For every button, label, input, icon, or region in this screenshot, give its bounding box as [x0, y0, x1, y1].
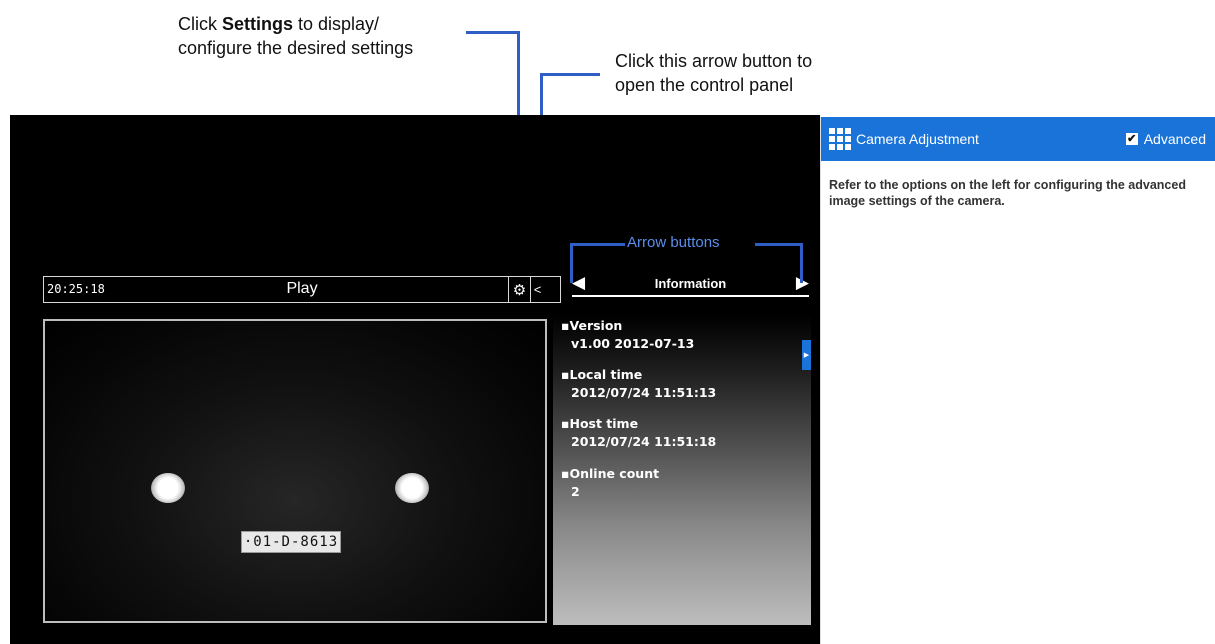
advanced-label: Advanced [1143, 131, 1206, 147]
information-panel: Version v1.00 2012-07-13 Local time 2012… [553, 315, 811, 625]
info-value: 2012/07/24 11:51:18 [571, 434, 717, 449]
arrow-callout-line1: Click this arrow button to [615, 51, 813, 71]
advanced-checkbox[interactable]: ✔ Advanced [1125, 131, 1206, 147]
settings-callout-line2: configure the desired settings [178, 38, 414, 58]
info-value: 2 [571, 484, 580, 499]
info-label: Host time [561, 416, 638, 431]
control-panel-header: Camera Adjustment ✔ Advanced [821, 117, 1215, 161]
info-item-online-count: Online count 2 [561, 465, 659, 501]
control-panel-title: Camera Adjustment [856, 131, 979, 147]
grid-icon [829, 128, 851, 150]
arrow-buttons-bracket-left [570, 243, 573, 283]
arrow-callout-line2: open the control panel [615, 75, 794, 95]
mode-label: Play [286, 280, 318, 297]
right-headlight [395, 473, 429, 503]
info-item-host-time: Host time 2012/07/24 11:51:18 [561, 415, 716, 451]
checkbox-checked-icon: ✔ [1125, 133, 1138, 145]
chevron-right-icon: ▶ [803, 352, 810, 359]
license-plate: ·01-D-8613 [241, 531, 341, 553]
control-panel-description: Refer to the options on the left for con… [829, 178, 1186, 208]
arrow-buttons-label: Arrow buttons [625, 234, 722, 251]
info-label: Version [561, 318, 622, 333]
information-underline [572, 295, 809, 297]
info-value: v1.00 2012-07-13 [571, 336, 695, 351]
settings-callout-line1: Click Settings to display/ [178, 14, 380, 34]
info-value: 2012/07/24 11:51:13 [571, 385, 717, 400]
information-title: Information [654, 276, 727, 291]
info-label: Local time [561, 367, 642, 382]
arrow-callout: Click this arrow button to open the cont… [615, 49, 812, 97]
open-control-panel-button[interactable]: < [530, 277, 544, 302]
settings-button[interactable]: ⚙ [508, 277, 530, 302]
info-label: Online count [561, 466, 659, 481]
info-item-local-time: Local time 2012/07/24 11:51:13 [561, 366, 716, 402]
arrow-buttons-bracket-right [800, 243, 803, 283]
arrow-leader-h [540, 73, 600, 76]
left-headlight [151, 473, 185, 503]
live-view-area: 20:25:18 Play ⚙ < ·01-D-8613 Version v1.… [10, 115, 820, 644]
info-item-version: Version v1.00 2012-07-13 [561, 317, 694, 353]
panel-toggle-tab[interactable]: ▶ [802, 340, 811, 370]
view-toolbar: 20:25:18 Play ⚙ < [43, 276, 561, 303]
chevron-left-icon: < [533, 282, 542, 297]
control-panel: Camera Adjustment ✔ Advanced Refer to th… [820, 117, 1215, 644]
information-header: ◀ Information ▶ [572, 268, 809, 298]
settings-callout: Click Settings to display/ configure the… [178, 12, 413, 60]
arrow-buttons-bracket-right-h [755, 243, 803, 246]
arrow-buttons-bracket-left-h [570, 243, 625, 246]
gear-icon: ⚙ [512, 281, 527, 299]
camera-video: ·01-D-8613 [43, 319, 547, 623]
settings-leader-h [466, 31, 520, 34]
